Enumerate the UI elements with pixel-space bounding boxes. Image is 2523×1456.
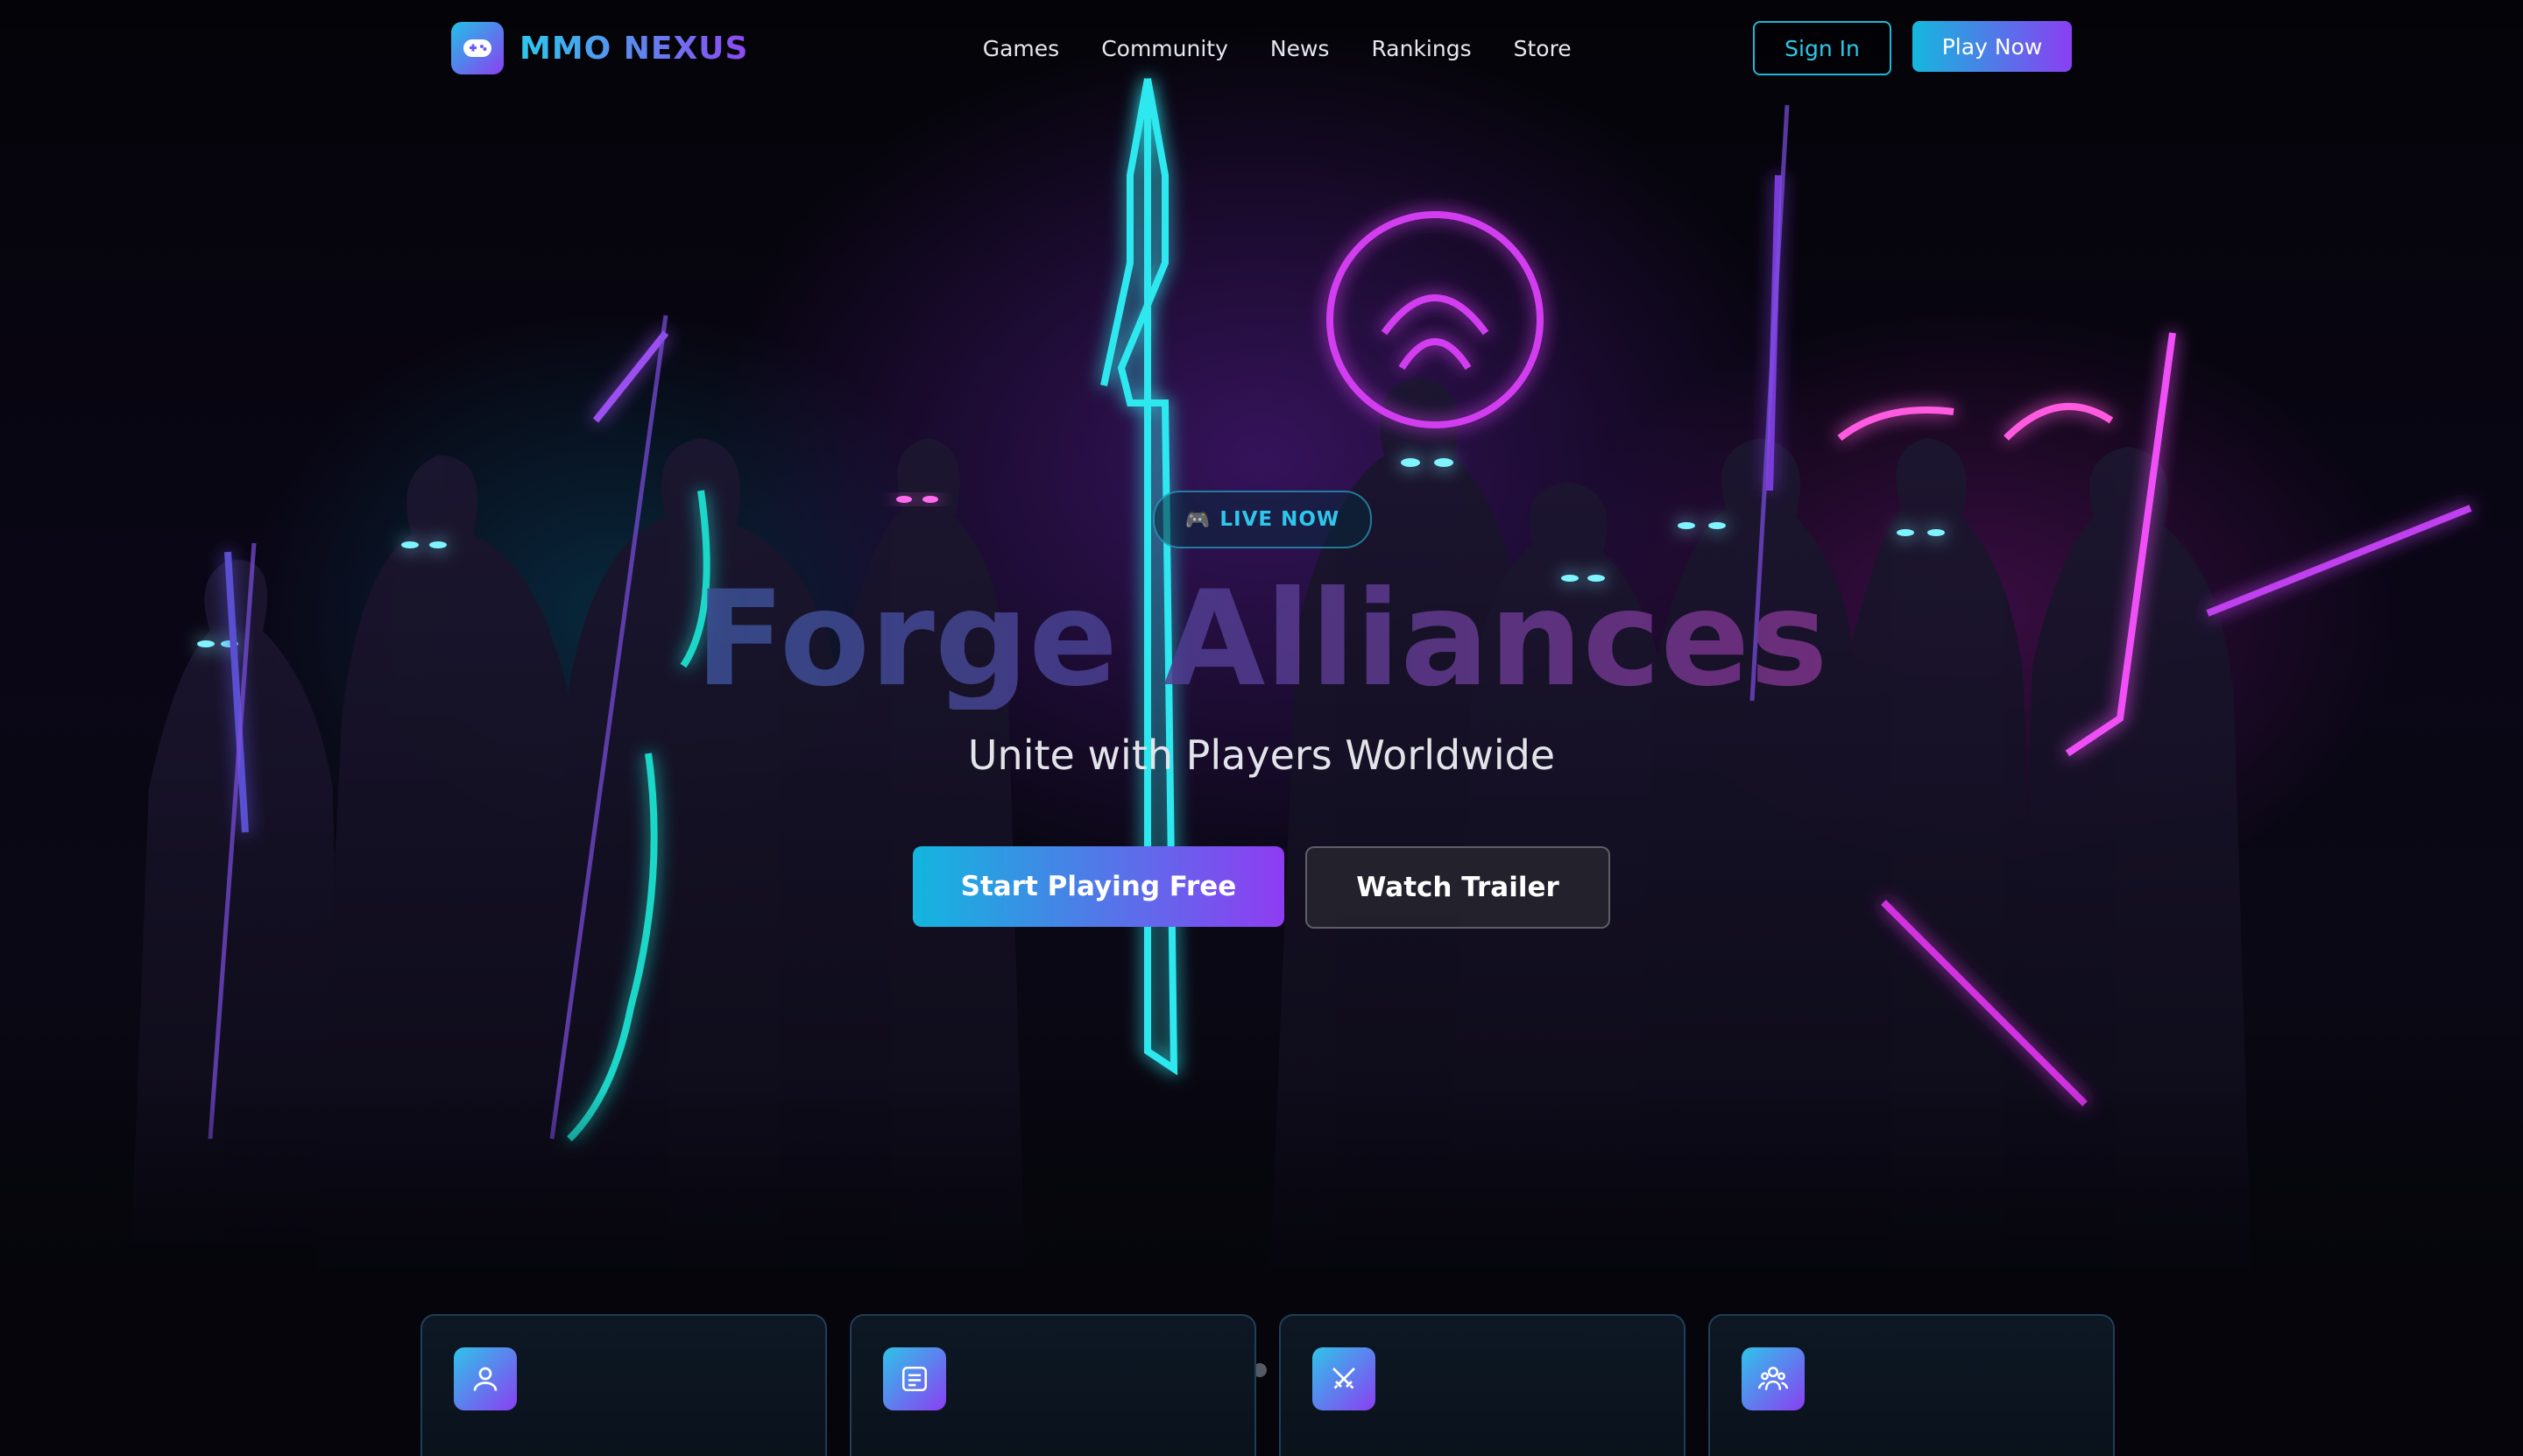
nav-link-news[interactable]: News bbox=[1270, 36, 1330, 61]
brand-name: MMO NEXUS bbox=[519, 30, 749, 67]
crossed-swords-icon bbox=[1312, 1347, 1375, 1410]
nav-links: Games Community News Rankings Store bbox=[983, 36, 1572, 61]
start-playing-button[interactable]: Start Playing Free bbox=[913, 846, 1284, 927]
nav-link-store[interactable]: Store bbox=[1514, 36, 1572, 61]
nav-actions: Sign In Play Now bbox=[1753, 21, 2072, 75]
feature-card[interactable] bbox=[1279, 1314, 1686, 1456]
watch-trailer-button[interactable]: Watch Trailer bbox=[1305, 846, 1610, 929]
gamepad-emoji-icon: 🎮 bbox=[1184, 508, 1212, 532]
nav-link-games[interactable]: Games bbox=[983, 36, 1059, 61]
live-badge-label: LIVE NOW bbox=[1219, 508, 1340, 531]
hero-subtitle: Unite with Players Worldwide bbox=[967, 732, 1556, 779]
feature-card[interactable] bbox=[420, 1314, 827, 1456]
hero-title: Forge Alliances bbox=[0, 569, 2523, 710]
brand[interactable]: MMO NEXUS bbox=[451, 22, 748, 74]
group-icon bbox=[1742, 1347, 1805, 1410]
live-badge: 🎮 LIVE NOW bbox=[1153, 491, 1372, 548]
feature-cards bbox=[420, 1314, 2115, 1456]
feature-card[interactable] bbox=[1708, 1314, 2115, 1456]
gamepad-icon bbox=[451, 22, 504, 74]
list-icon bbox=[883, 1347, 946, 1410]
feature-card[interactable] bbox=[850, 1314, 1256, 1456]
nav-link-community[interactable]: Community bbox=[1101, 36, 1228, 61]
cta-row: Start Playing Free Watch Trailer bbox=[913, 846, 1610, 929]
sign-in-button[interactable]: Sign In bbox=[1753, 21, 1891, 75]
play-now-button[interactable]: Play Now bbox=[1912, 21, 2072, 72]
user-icon bbox=[454, 1347, 517, 1410]
hero-fade bbox=[0, 1086, 2523, 1314]
nav-link-rankings[interactable]: Rankings bbox=[1371, 36, 1471, 61]
top-navigation: MMO NEXUS Games Community News Rankings … bbox=[451, 19, 2072, 77]
